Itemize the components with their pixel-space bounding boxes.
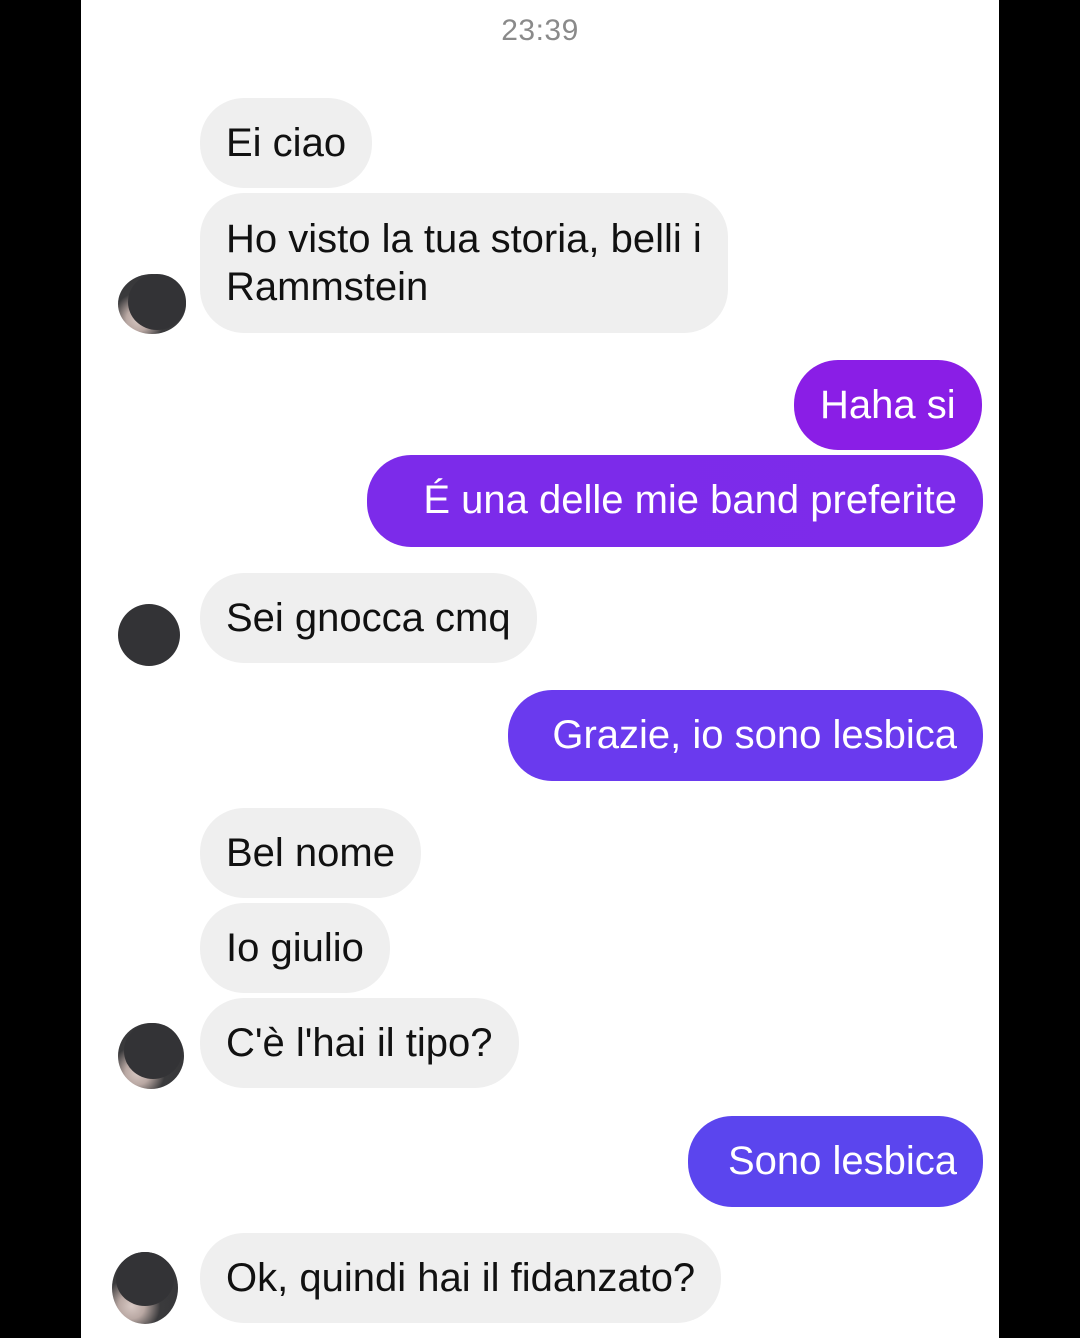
outgoing-message[interactable]: É una delle mie band preferite bbox=[367, 455, 983, 547]
incoming-message[interactable]: Ok, quindi hai il fidanzato? bbox=[200, 1233, 722, 1323]
incoming-message[interactable]: C'è l'hai il tipo? bbox=[200, 998, 519, 1088]
outgoing-message[interactable]: Haha si bbox=[794, 360, 982, 450]
incoming-message[interactable]: Sei gnocca cmq bbox=[200, 573, 537, 663]
message-timestamp: 23:39 bbox=[501, 14, 579, 47]
sender-avatar-icon[interactable] bbox=[118, 604, 180, 666]
sender-avatar-icon[interactable] bbox=[118, 274, 186, 334]
outgoing-message[interactable]: Grazie, io sono lesbica bbox=[508, 690, 983, 781]
incoming-message[interactable]: Ho visto la tua storia, belli i Rammstei… bbox=[200, 193, 728, 333]
incoming-message[interactable]: Ei ciao bbox=[200, 98, 373, 188]
incoming-message[interactable]: Io giulio bbox=[200, 903, 390, 993]
incoming-message[interactable]: Bel nome bbox=[200, 808, 421, 898]
outgoing-message[interactable]: Sono lesbica bbox=[688, 1116, 983, 1207]
sender-avatar-icon[interactable] bbox=[112, 1252, 178, 1324]
chat-screen: 23:39 Ei ciao Ho visto la tua storia, be… bbox=[81, 0, 999, 1338]
sender-avatar-icon[interactable] bbox=[118, 1023, 184, 1089]
